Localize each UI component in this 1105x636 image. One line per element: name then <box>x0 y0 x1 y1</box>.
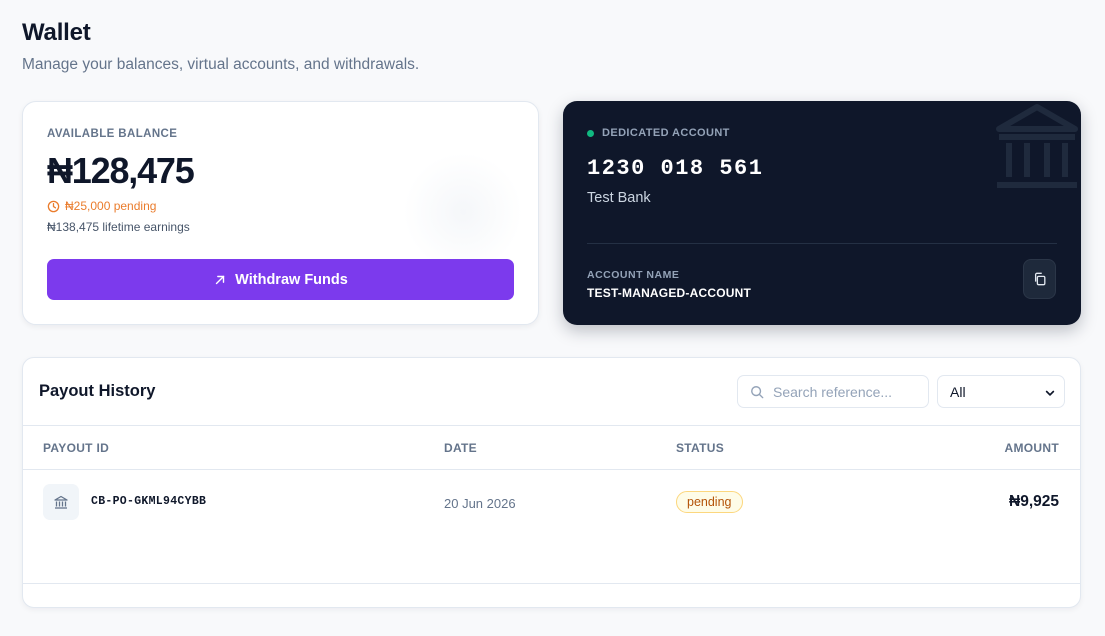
column-header-amount[interactable]: AMOUNT <box>1005 441 1059 455</box>
column-header-payout-id[interactable]: PAYOUT ID <box>43 441 109 455</box>
status-filter-select[interactable]: All <box>937 375 1065 408</box>
account-name-label: ACCOUNT NAME <box>587 269 680 281</box>
account-number: 1230 018 561 <box>587 156 764 181</box>
column-header-date[interactable]: DATE <box>444 441 477 455</box>
dedicated-account-label: DEDICATED ACCOUNT <box>602 127 730 139</box>
copy-account-button[interactable] <box>1023 259 1056 299</box>
status-dot <box>587 129 594 137</box>
lifetime-earnings: ₦138,475 lifetime earnings <box>47 220 190 234</box>
search-input[interactable] <box>773 383 923 400</box>
balance-label: AVAILABLE BALANCE <box>47 128 178 140</box>
payout-id: CB-PO-GKML94CYBB <box>91 495 207 508</box>
divider <box>587 243 1057 244</box>
dedicated-account-tag: DEDICATED ACCOUNT <box>587 127 730 139</box>
bank-icon <box>987 101 1081 197</box>
clock-icon <box>47 200 60 213</box>
arrow-up-right-icon <box>213 273 227 287</box>
copy-icon <box>1033 272 1047 286</box>
status-filter-value: All <box>950 383 966 400</box>
payout-history-title: Payout History <box>39 382 156 400</box>
payout-date: 20 Jun 2026 <box>444 496 516 511</box>
column-header-status[interactable]: STATUS <box>676 441 724 455</box>
balance-card: AVAILABLE BALANCE ₦128,475 ₦25,000 pendi… <box>22 101 539 325</box>
balance-amount: ₦128,475 <box>47 150 195 191</box>
pending-amount: ₦25,000 pending <box>65 199 157 213</box>
dedicated-account-card: DEDICATED ACCOUNT 1230 018 561 Test Bank… <box>563 101 1081 325</box>
bank-name: Test Bank <box>587 190 651 206</box>
payout-amount: ₦9,925 <box>1009 493 1059 510</box>
account-name-value: TEST-MANAGED-ACCOUNT <box>587 286 751 300</box>
chevron-down-icon <box>1044 386 1056 398</box>
search-icon <box>750 385 764 399</box>
table-header: PAYOUT ID DATE STATUS AMOUNT <box>23 425 1080 470</box>
page-subtitle: Manage your balances, virtual accounts, … <box>22 56 420 73</box>
row-icon-wrap <box>43 484 79 520</box>
table-row[interactable]: CB-PO-GKML94CYBB 20 Jun 2026 pending ₦9,… <box>23 470 1080 584</box>
status-badge: pending <box>676 491 743 513</box>
withdraw-funds-button[interactable]: Withdraw Funds <box>47 259 514 300</box>
pending-row: ₦25,000 pending <box>47 199 156 213</box>
search-box[interactable] <box>737 375 929 408</box>
payout-history-card: Payout History All PAYOUT ID DATE STATUS… <box>22 357 1081 608</box>
balance-watermark <box>403 152 523 272</box>
bank-icon <box>53 494 69 510</box>
withdraw-funds-label: Withdraw Funds <box>235 271 348 288</box>
page-title: Wallet <box>22 19 91 46</box>
